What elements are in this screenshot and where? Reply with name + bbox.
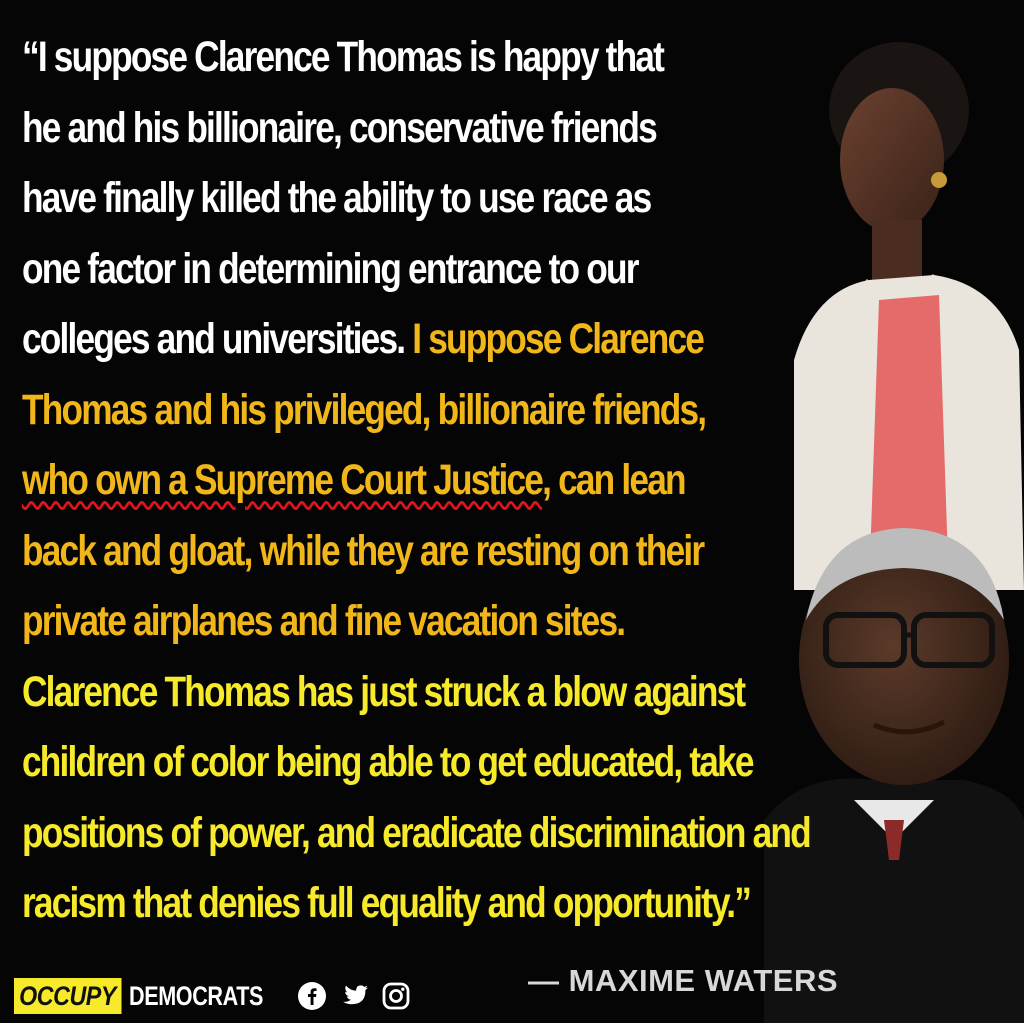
brand-democrats: DEMOCRATS xyxy=(128,980,263,1011)
graphic-canvas: “I suppose Clarence Thomas is happy that… xyxy=(0,0,1024,1023)
quote-segment: positions of power, and eradicate discri… xyxy=(22,808,812,857)
quote-segment: Clarence Thomas has just struck a blow a… xyxy=(22,667,746,716)
quote-segment: back and gloat, while they are resting o… xyxy=(22,526,705,575)
quote-line: back and gloat, while they are resting o… xyxy=(22,516,842,587)
brand-occupy: OCCUPY xyxy=(14,978,122,1014)
quote-line: one factor in determining entrance to ou… xyxy=(22,234,842,305)
quote-segment: racism that denies full equality and opp… xyxy=(22,879,752,927)
quote-segment: colleges and universities. xyxy=(22,315,413,363)
twitter-icon xyxy=(338,981,368,1011)
quote-line: who own a Supreme Court Justice, can lea… xyxy=(22,445,842,516)
facebook-icon xyxy=(297,981,327,1011)
quote-segment: children of color being able to get educ… xyxy=(22,738,755,786)
brand-logo: OCCUPY DEMOCRATS xyxy=(14,973,296,1019)
quote-segment: I suppose Clarence xyxy=(412,315,705,363)
quote-line: “I suppose Clarence Thomas is happy that xyxy=(22,22,842,93)
attribution: — MAXIME WATERS xyxy=(528,963,839,998)
quote-line: positions of power, and eradicate discri… xyxy=(22,798,842,869)
quote-segment: Thomas and his privileged, billionaire f… xyxy=(22,385,707,434)
quote-segment: “I suppose Clarence Thomas is happy that xyxy=(22,33,665,81)
quote-segment: one factor in determining entrance to ou… xyxy=(22,244,639,293)
quote-line: Thomas and his privileged, billionaire f… xyxy=(22,375,842,446)
quote-segment: have finally killed the ability to use r… xyxy=(22,174,652,222)
quote-segment: private airplanes and fine vacation site… xyxy=(22,597,626,645)
quote-segment: he and his billionaire, conservative fri… xyxy=(22,103,658,152)
quote-line: have finally killed the ability to use r… xyxy=(22,163,842,234)
quote-segment: , can lean xyxy=(542,456,686,504)
quote-line: racism that denies full equality and opp… xyxy=(22,868,842,939)
quote-line: colleges and universities. I suppose Cla… xyxy=(22,304,842,375)
quote-line: private airplanes and fine vacation site… xyxy=(22,586,842,657)
underlined-phrase: who own a Supreme Court Justice xyxy=(22,456,544,504)
instagram-icon xyxy=(381,981,411,1011)
quote-text: “I suppose Clarence Thomas is happy that… xyxy=(22,22,842,939)
quote-line: Clarence Thomas has just struck a blow a… xyxy=(22,657,842,728)
quote-line: children of color being able to get educ… xyxy=(22,727,842,798)
quote-line: he and his billionaire, conservative fri… xyxy=(22,93,842,164)
